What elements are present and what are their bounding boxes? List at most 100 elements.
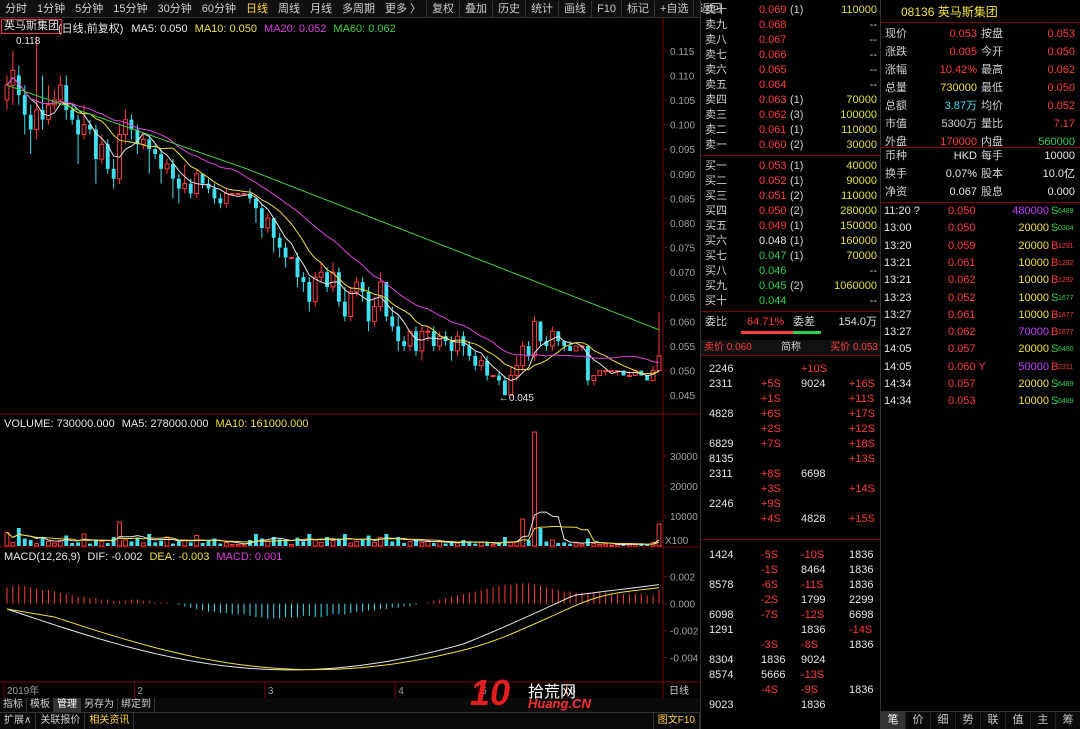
candle[interactable] (254, 198, 258, 223)
ask-row[interactable]: 卖十 0.069 (1) 110000 (701, 3, 881, 18)
candle[interactable] (283, 242, 288, 268)
candle[interactable] (147, 134, 152, 174)
trade-tick-row[interactable]: 13:00 0.050 20000 S 0304 (881, 220, 1080, 237)
bid-row[interactable]: 买四 0.050 (2) 280000 (701, 204, 881, 219)
bid-row[interactable]: 买十 0.044 -- (701, 294, 881, 309)
candle[interactable] (182, 163, 188, 194)
ask-row[interactable]: 卖二 0.061 (1) 110000 (701, 123, 881, 138)
candle[interactable] (218, 193, 223, 209)
candle[interactable] (289, 256, 294, 259)
candle[interactable] (372, 296, 377, 327)
bid-row[interactable]: 买八 0.046 -- (701, 264, 881, 279)
stock-name-tag[interactable]: 英马斯集团 (1, 19, 62, 34)
toolbar-action-3[interactable]: 统计 (525, 0, 558, 17)
trade-tick-row[interactable]: 14:34 0.057 20000 S 6489 (881, 376, 1080, 393)
candle[interactable] (81, 104, 87, 140)
candle[interactable] (573, 345, 579, 352)
candle[interactable] (271, 218, 276, 253)
candle[interactable] (229, 192, 235, 195)
candle[interactable] (223, 188, 229, 209)
quote-tab-3[interactable]: 势 (956, 712, 981, 729)
candle[interactable] (46, 85, 51, 125)
quote-tab-2[interactable]: 细 (931, 712, 956, 729)
bid-row[interactable]: 买一 0.053 (1) 40000 (701, 159, 881, 174)
candle[interactable] (200, 173, 205, 189)
period-tab-10[interactable]: 更多 〉 (380, 0, 426, 18)
candle[interactable] (117, 124, 123, 184)
period-tab-2[interactable]: 5分钟 (70, 0, 108, 18)
indicator-tab-3[interactable]: 另存为 (81, 698, 118, 712)
candle[interactable] (301, 272, 306, 292)
period-tab-9[interactable]: 多周期 (337, 0, 380, 18)
candle[interactable] (235, 192, 241, 195)
candle[interactable] (414, 326, 418, 356)
candle[interactable] (206, 178, 211, 194)
candle[interactable] (609, 370, 615, 373)
candle[interactable] (129, 114, 134, 140)
period-tab-6[interactable]: 日线 (241, 0, 273, 18)
trade-tick-row[interactable]: 13:27 0.062 70000 B 1677 (881, 324, 1080, 341)
quote-tab-0[interactable]: 笔 (881, 712, 906, 729)
trade-tick-row[interactable]: 11:20 ? 0.050 480000 S 6489 (881, 203, 1080, 220)
bid-row[interactable]: 买七 0.047 (1) 70000 (701, 249, 881, 264)
candle[interactable] (4, 75, 10, 110)
period-tab-4[interactable]: 30分钟 (153, 0, 197, 18)
trade-tick-row[interactable]: 13:21 0.061 10000 B 1292 (881, 255, 1080, 272)
period-tab-7[interactable]: 周线 (273, 0, 305, 18)
candle[interactable] (159, 149, 164, 184)
bid-row[interactable]: 买五 0.049 (1) 150000 (701, 219, 881, 234)
bid-row[interactable]: 买三 0.051 (2) 110000 (701, 189, 881, 204)
trade-tick-row[interactable]: 14:05 0.060 Y 50000 B 2311 (881, 359, 1080, 376)
ask-row[interactable]: 卖四 0.063 (1) 70000 (701, 93, 881, 108)
ask-row[interactable]: 卖六 0.065 -- (701, 63, 881, 78)
candle[interactable] (330, 262, 336, 292)
candle[interactable] (603, 370, 609, 376)
candle[interactable] (645, 375, 650, 381)
trade-tick-row[interactable]: 14:34 0.053 10000 S 6489 (881, 393, 1080, 410)
toolbar-action-6[interactable]: 标记 (621, 0, 654, 17)
ask-row[interactable]: 卖一 0.060 (2) 30000 (701, 138, 881, 153)
candle[interactable] (366, 286, 371, 332)
candle[interactable] (526, 341, 531, 361)
candle[interactable] (241, 192, 247, 195)
candle[interactable] (520, 341, 526, 371)
candle[interactable] (176, 173, 181, 204)
kline-chart-canvas[interactable]: 0.115 0.110 0.105 0.100 0.095 0.090 0.085 0.080… (0, 18, 700, 698)
candle[interactable] (277, 232, 282, 258)
period-tab-3[interactable]: 15分钟 (108, 0, 152, 18)
candle[interactable] (490, 375, 496, 378)
candle[interactable] (402, 336, 407, 351)
candle[interactable] (348, 286, 354, 322)
indicator-tab-2[interactable]: 管理 (54, 698, 81, 712)
candle[interactable] (140, 134, 146, 150)
candle[interactable] (396, 316, 401, 351)
period-tab-8[interactable]: 月线 (305, 0, 337, 18)
toolbar-action-5[interactable]: F10 (591, 0, 621, 17)
candle[interactable] (318, 262, 324, 283)
indicator-tab-1[interactable]: 模板 (27, 698, 54, 712)
candle[interactable] (455, 331, 460, 356)
extension-tab-2[interactable]: 相关资讯 (85, 713, 135, 729)
toolbar-action-0[interactable]: 复权 (426, 0, 459, 17)
candle[interactable] (626, 370, 632, 378)
x-axis-period-label[interactable]: 日线 (669, 684, 689, 697)
candle[interactable] (473, 350, 478, 371)
extension-tab-1[interactable]: 关联报价 (36, 713, 86, 729)
candle[interactable] (591, 375, 597, 386)
candle[interactable] (597, 370, 603, 377)
bid-row[interactable]: 买九 0.045 (2) 1060000 (701, 279, 881, 294)
quote-tab-7[interactable]: 筹 (1056, 712, 1080, 729)
candle[interactable] (467, 341, 472, 361)
bid-row[interactable]: 买六 0.048 (1) 160000 (701, 234, 881, 249)
candle[interactable] (248, 188, 252, 204)
trade-tick-row[interactable]: 14:05 0.057 20000 S 6480 (881, 341, 1080, 358)
candle[interactable] (28, 104, 33, 155)
f10-button[interactable]: 图文F10 (652, 713, 700, 729)
candle[interactable] (64, 75, 69, 120)
candle[interactable] (51, 90, 57, 110)
simple-name-label[interactable]: 简称 (781, 340, 801, 356)
ask-row[interactable]: 卖五 0.064 -- (701, 78, 881, 93)
period-tab-0[interactable]: 分时 (0, 0, 32, 18)
period-tab-1[interactable]: 1分钟 (32, 0, 70, 18)
candle[interactable] (656, 311, 662, 372)
